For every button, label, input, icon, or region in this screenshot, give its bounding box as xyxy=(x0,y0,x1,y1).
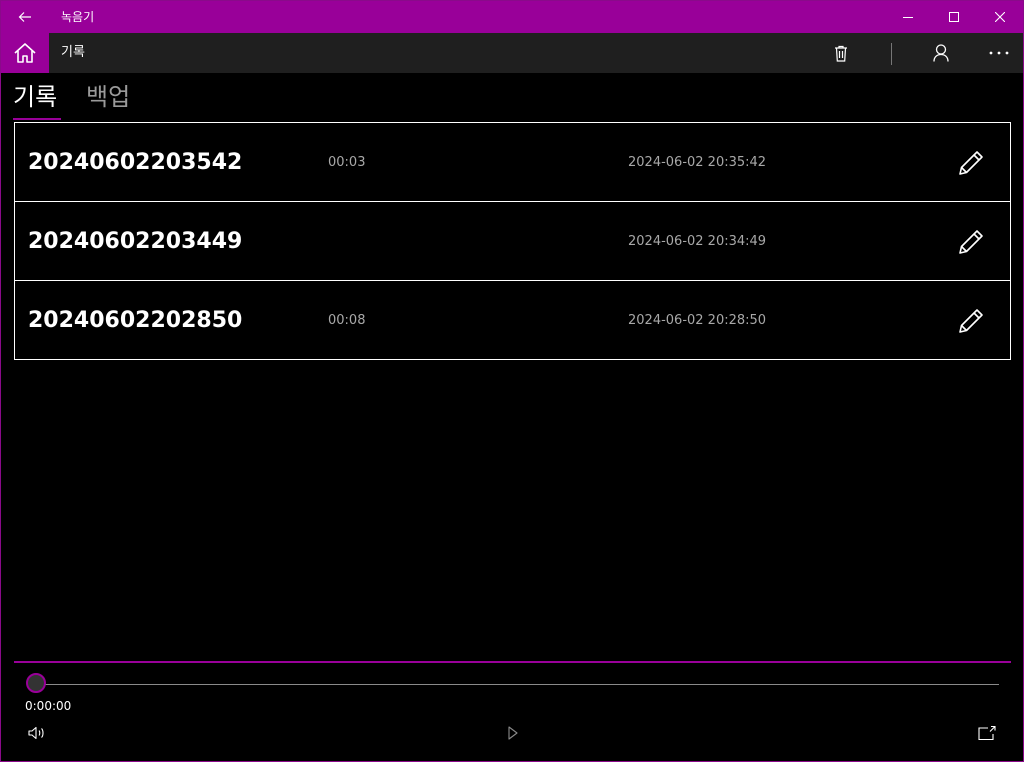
recording-name: 20240602203449 xyxy=(28,229,243,254)
recording-duration: 00:08 xyxy=(328,313,366,328)
list-item[interactable]: 20240602203542 00:03 2024-06-02 20:35:42 xyxy=(14,122,1011,202)
account-button[interactable] xyxy=(921,33,961,73)
maximize-icon xyxy=(949,12,959,22)
cast-button[interactable] xyxy=(972,718,1002,748)
pencil-icon xyxy=(959,230,983,254)
minimize-button[interactable] xyxy=(885,1,931,33)
command-bar: 기록 xyxy=(1,33,1023,73)
recording-duration: 00:03 xyxy=(328,155,366,170)
home-icon xyxy=(14,43,36,63)
window-title: 녹음기 xyxy=(61,10,95,24)
maximize-button[interactable] xyxy=(931,1,977,33)
recording-name: 20240602202850 xyxy=(28,308,243,333)
pencil-icon xyxy=(959,309,983,333)
close-icon xyxy=(995,12,1005,22)
recording-date: 2024-06-02 20:28:50 xyxy=(628,313,767,328)
delete-button[interactable] xyxy=(821,33,861,73)
close-button[interactable] xyxy=(977,1,1023,33)
trash-icon xyxy=(835,45,847,62)
seek-bar[interactable] xyxy=(37,684,999,685)
volume-button[interactable] xyxy=(22,718,52,748)
recordings-list: 20240602203542 00:03 2024-06-02 20:35:42… xyxy=(14,122,1011,360)
playback-position: 0:00:00 xyxy=(25,699,72,713)
list-item[interactable]: 20240602203449 2024-06-02 20:34:49 xyxy=(14,201,1011,281)
cast-icon xyxy=(978,725,996,741)
recording-date: 2024-06-02 20:35:42 xyxy=(628,155,767,170)
play-icon xyxy=(508,726,518,740)
tab-backup[interactable]: 백업 xyxy=(86,79,130,117)
command-separator xyxy=(891,43,892,65)
seek-thumb[interactable] xyxy=(26,673,46,693)
more-button[interactable] xyxy=(979,33,1019,73)
volume-icon xyxy=(28,726,44,740)
tab-records[interactable]: 기록 xyxy=(13,79,57,117)
back-button[interactable] xyxy=(1,1,49,33)
more-icon xyxy=(989,51,1009,55)
page-title: 기록 xyxy=(61,45,85,60)
edit-button[interactable] xyxy=(953,224,989,260)
active-tab-indicator xyxy=(13,118,61,120)
edit-button[interactable] xyxy=(953,303,989,339)
home-button[interactable] xyxy=(1,33,49,73)
minimize-icon xyxy=(903,17,913,18)
back-arrow-icon xyxy=(18,12,31,22)
pencil-icon xyxy=(959,151,983,175)
recording-name: 20240602203542 xyxy=(28,150,243,175)
list-item[interactable]: 20240602202850 00:08 2024-06-02 20:28:50 xyxy=(14,280,1011,360)
title-bar: 녹음기 xyxy=(1,1,1023,33)
person-icon xyxy=(933,44,949,62)
play-button[interactable] xyxy=(498,718,528,748)
app-window: 녹음기 기록 기록 백업 20240602203542 00:03 2024-0… xyxy=(0,0,1024,762)
player-divider xyxy=(14,661,1011,663)
edit-button[interactable] xyxy=(953,145,989,181)
recording-date: 2024-06-02 20:34:49 xyxy=(628,234,767,249)
